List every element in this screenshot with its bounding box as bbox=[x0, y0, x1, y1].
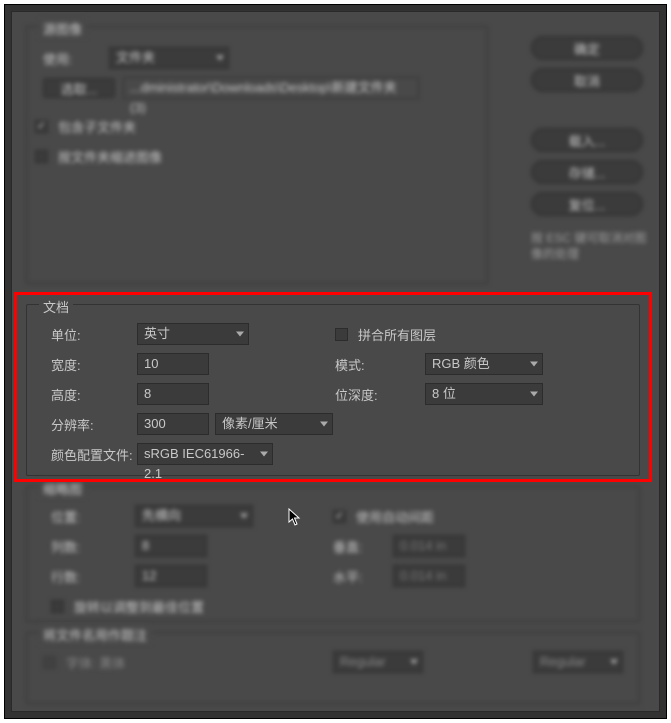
chevron-down-icon bbox=[236, 332, 244, 337]
depth-label: 位深度: bbox=[335, 385, 425, 404]
vert-label: 垂直: bbox=[333, 537, 393, 556]
cursor-icon bbox=[288, 508, 302, 526]
width-input[interactable]: 10 bbox=[137, 353, 209, 375]
width-label: 宽度: bbox=[27, 355, 137, 374]
filename-caption-fieldset: 将文件名用作题注 字体: 黑体 Regular Regular bbox=[26, 632, 640, 704]
rows-input[interactable]: 12 bbox=[135, 565, 207, 587]
reset-button[interactable]: 复位... bbox=[531, 192, 643, 216]
source-legend: 源图像 bbox=[39, 19, 86, 38]
resolution-label: 分辨率: bbox=[27, 415, 137, 434]
chevron-down-icon bbox=[320, 422, 328, 427]
cols-label: 列数: bbox=[35, 537, 135, 556]
ok-button[interactable]: 确定 bbox=[531, 36, 643, 60]
flatten-checkbox[interactable] bbox=[335, 328, 348, 341]
rows-label: 行数: bbox=[35, 567, 135, 586]
document-fieldset: 文档 单位: 英寸 拼合所有图层 宽度: 10 模式: RGB 颜色 bbox=[26, 304, 640, 476]
flatten-label: 拼合所有图层 bbox=[354, 325, 436, 344]
use-select[interactable]: 文件夹 bbox=[109, 47, 229, 69]
chevron-down-icon bbox=[610, 660, 618, 665]
chevron-down-icon bbox=[530, 362, 538, 367]
chevron-down-icon bbox=[410, 660, 418, 665]
right-button-group: 确定 取消 载入... 存储... 复位... 按 ESC 键可取消对图像的处理 bbox=[531, 36, 643, 262]
cols-input[interactable]: 8 bbox=[135, 535, 207, 557]
save-button[interactable]: 存储... bbox=[531, 160, 643, 184]
position-label: 位置: bbox=[35, 507, 135, 526]
rotate-label: 旋转以调整到最佳位置 bbox=[70, 597, 204, 616]
unit-select[interactable]: 英寸 bbox=[137, 323, 249, 345]
rotate-checkbox[interactable] bbox=[51, 600, 64, 613]
profile-select[interactable]: sRGB IEC61966-2.1 bbox=[137, 443, 273, 465]
dialog-inner: 源图像 使用: 文件夹 选取... ...dministrator\Downlo… bbox=[11, 11, 660, 712]
chevron-down-icon bbox=[240, 514, 248, 519]
load-button[interactable]: 载入... bbox=[531, 128, 643, 152]
position-select[interactable]: 先横向 bbox=[135, 505, 253, 527]
thumbnail-legend: 缩略图 bbox=[39, 479, 86, 498]
thumbnail-label: 按文件夹缩进图像 bbox=[54, 147, 162, 166]
chevron-down-icon bbox=[530, 392, 538, 397]
font-checkbox[interactable] bbox=[43, 656, 56, 669]
filename-caption-legend: 将文件名用作题注 bbox=[39, 625, 151, 644]
horiz-input: 0.014 in bbox=[393, 565, 465, 587]
document-legend: 文档 bbox=[39, 297, 73, 316]
resolution-input[interactable]: 300 bbox=[137, 413, 209, 435]
mode-label: 模式: bbox=[335, 355, 425, 374]
esc-hint: 按 ESC 键可取消对图像的处理 bbox=[531, 230, 651, 262]
resolution-unit-select[interactable]: 像素/厘米 bbox=[215, 413, 333, 435]
include-subfolders-checkbox[interactable] bbox=[35, 120, 48, 133]
path-display: ...dministrator\Downloads\Desktop\新建文件夹 … bbox=[123, 77, 419, 99]
chevron-down-icon bbox=[260, 452, 268, 457]
mode-select[interactable]: RGB 颜色 bbox=[425, 353, 543, 375]
thumbnail-checkbox[interactable] bbox=[35, 150, 48, 163]
include-subfolders-label: 包含子文件夹 bbox=[54, 117, 136, 136]
auto-spacing-checkbox[interactable] bbox=[333, 510, 346, 523]
browse-button[interactable]: 选取... bbox=[43, 78, 115, 98]
cancel-button[interactable]: 取消 bbox=[531, 68, 643, 92]
depth-select[interactable]: 8 位 bbox=[425, 383, 543, 405]
font-label: 字体: 黑体 bbox=[62, 653, 125, 672]
profile-label: 颜色配置文件: bbox=[27, 445, 137, 464]
horiz-label: 水平: bbox=[333, 567, 393, 586]
unit-label: 单位: bbox=[27, 325, 137, 344]
auto-spacing-label: 使用自动间距 bbox=[352, 507, 434, 526]
regular1-select: Regular bbox=[333, 651, 423, 673]
regular2-select: Regular bbox=[533, 651, 623, 673]
vert-input: 0.014 in bbox=[393, 535, 465, 557]
use-label: 使用: bbox=[35, 49, 83, 68]
dialog-window: 源图像 使用: 文件夹 选取... ...dministrator\Downlo… bbox=[4, 4, 667, 719]
source-fieldset: 源图像 使用: 文件夹 选取... ...dministrator\Downlo… bbox=[26, 26, 488, 284]
height-label: 高度: bbox=[27, 385, 137, 404]
chevron-down-icon bbox=[216, 56, 224, 61]
height-input[interactable]: 8 bbox=[137, 383, 209, 405]
thumbnail-fieldset: 缩略图 位置: 先横向 使用自动间距 列数: 8 垂直: 0.014 in 行数… bbox=[26, 486, 640, 622]
